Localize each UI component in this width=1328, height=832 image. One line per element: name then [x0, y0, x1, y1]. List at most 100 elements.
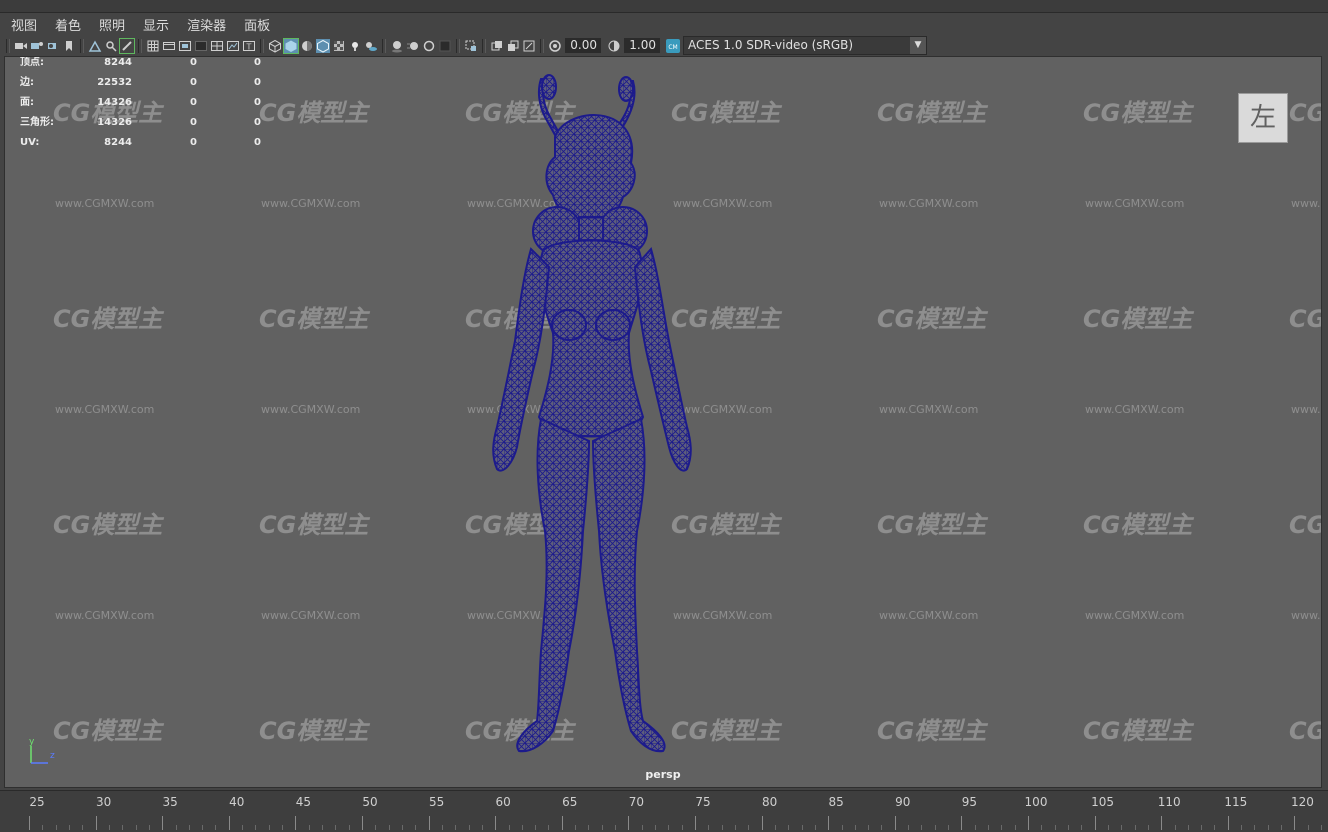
- watermark-url: www.CGMXW.com: [1291, 197, 1321, 210]
- frame-minor-tick: [1001, 825, 1003, 830]
- menu-show[interactable]: 显示: [137, 15, 175, 34]
- screen-space-ao-icon[interactable]: [390, 39, 404, 53]
- shadows-icon[interactable]: [364, 39, 378, 53]
- time-slider[interactable]: 25 30 35 40 45 50 55 60 65 70 75 80 85 90 95 100 105 110 1…: [0, 790, 1328, 832]
- camera-frame-icon[interactable]: [522, 39, 536, 53]
- xray-icon[interactable]: [316, 38, 330, 53]
- watermark-url: www.CGMXW.com: [1291, 403, 1321, 416]
- frame-minor-tick: [282, 825, 284, 830]
- watermark-url: www.CGMXW.com: [1085, 609, 1185, 622]
- watermark-logo: CG模型主: [53, 717, 163, 745]
- color-space-dropdown[interactable]: ACES 1.0 SDR-video (sRGB) ▼: [683, 36, 927, 55]
- watermark-url: www.CGMXW.com: [879, 403, 979, 416]
- exposure-icon[interactable]: [548, 39, 562, 53]
- frame-tick-mark: [828, 816, 830, 830]
- safe-action-icon[interactable]: [226, 39, 240, 53]
- frame-tick-mark: [228, 816, 230, 830]
- exposure-field[interactable]: 0.00: [565, 38, 601, 53]
- chevron-down-icon[interactable]: ▼: [910, 37, 926, 54]
- watermark-url: www.CGMXW.com: [55, 197, 155, 210]
- watermark-url: www.CGMXW.com: [55, 403, 155, 416]
- frame-tick-mark: [162, 816, 164, 830]
- smooth-shade-icon[interactable]: [283, 37, 299, 54]
- menu-renderer[interactable]: 渲染器: [181, 15, 232, 34]
- hud-value: 0: [254, 77, 261, 88]
- frame-minor-tick: [588, 825, 590, 830]
- xray-active-icon[interactable]: [506, 39, 520, 53]
- frame-minor-tick: [641, 825, 643, 830]
- hud-value: 14326: [97, 117, 132, 128]
- isolate-select-icon[interactable]: [464, 39, 478, 53]
- hud-row-vertices: 顶点: 8244 0 0: [20, 57, 261, 77]
- frame-tick-label: 65: [562, 795, 578, 809]
- gate-mask-icon[interactable]: [194, 39, 208, 53]
- hud-value: 22532: [97, 77, 132, 88]
- hud-value: 8244: [104, 57, 132, 68]
- gamma-icon[interactable]: [607, 39, 621, 53]
- frame-minor-tick: [468, 825, 470, 830]
- hud-label: 顶点:: [20, 57, 44, 68]
- frame-minor-tick: [535, 825, 537, 830]
- select-camera-icon[interactable]: [14, 39, 28, 53]
- frame-minor-tick: [1321, 825, 1323, 830]
- hud-row-uvs: UV: 8244 0 0: [20, 137, 261, 157]
- watermark-url: www.CGMXW.com: [1085, 197, 1185, 210]
- frame-minor-tick: [1134, 825, 1136, 830]
- wireframe-icon[interactable]: [268, 39, 282, 53]
- frame-minor-tick: [441, 825, 443, 830]
- frame-minor-tick: [202, 825, 204, 830]
- hud-value: 0: [254, 117, 261, 128]
- all-lights-icon[interactable]: [348, 39, 362, 53]
- watermark-logo: CG模型主: [259, 305, 369, 333]
- hud-value: 0: [190, 77, 197, 88]
- toolbar-separator: [6, 38, 10, 53]
- toolbar-separator: [80, 38, 84, 53]
- gamma-field[interactable]: 1.00: [624, 38, 660, 53]
- watermark-logo: CG模型主: [877, 717, 987, 745]
- frame-tick-mark: [428, 816, 430, 830]
- frame-minor-tick: [401, 825, 403, 830]
- menu-shading[interactable]: 着色: [49, 15, 87, 34]
- frame-minor-tick: [948, 825, 950, 830]
- menu-panels[interactable]: 面板: [238, 15, 276, 34]
- hud-label: UV:: [20, 137, 40, 148]
- motion-blur-icon[interactable]: [406, 39, 420, 53]
- wireframe-on-shaded-icon[interactable]: [332, 39, 346, 53]
- frame-minor-tick: [1121, 825, 1123, 830]
- pencil-icon[interactable]: [119, 37, 135, 54]
- camera-name-label: persp: [645, 768, 681, 781]
- frame-minor-tick: [1174, 825, 1176, 830]
- image-plane-icon[interactable]: [62, 39, 76, 53]
- frame-minor-tick: [521, 825, 523, 830]
- two-d-pan-zoom-icon[interactable]: [88, 39, 102, 53]
- depth-of-field-icon[interactable]: [438, 39, 452, 53]
- color-management-icon[interactable]: CM: [666, 38, 680, 53]
- svg-text:T: T: [246, 42, 252, 51]
- grid-icon[interactable]: [146, 39, 160, 53]
- resolution-gate-icon[interactable]: [178, 39, 192, 53]
- grease-pencil-icon[interactable]: [104, 39, 118, 53]
- field-chart-icon[interactable]: [210, 39, 224, 53]
- frame-minor-tick: [774, 825, 776, 830]
- camera-attributes-icon[interactable]: [30, 39, 44, 53]
- multisample-aa-icon[interactable]: [422, 39, 436, 53]
- panel-menu-bar: 视图 着色 照明 显示 渲染器 面板: [0, 13, 1328, 35]
- viewcube-left[interactable]: 左: [1238, 93, 1288, 143]
- frame-minor-tick: [655, 825, 657, 830]
- film-gate-icon[interactable]: [162, 39, 176, 53]
- bookmark-icon[interactable]: [46, 39, 60, 53]
- toolbar-separator: [138, 38, 142, 53]
- frame-tick-mark: [362, 816, 363, 830]
- frame-minor-tick: [175, 825, 177, 830]
- watermark-logo: CG模型主: [259, 717, 369, 745]
- menu-lighting[interactable]: 照明: [93, 15, 131, 34]
- safe-title-icon[interactable]: T: [242, 39, 256, 53]
- xray-joints-icon[interactable]: [490, 39, 504, 53]
- character-wireframe-mesh[interactable]: [483, 71, 699, 771]
- default-material-icon[interactable]: [300, 39, 314, 53]
- panel-toolbar: T 0.00 1.00 CM ACES 1.0 SDR-video (sRGB)…: [0, 35, 1328, 56]
- hud-label: 面:: [20, 97, 34, 108]
- menu-view[interactable]: 视图: [5, 15, 43, 34]
- 3d-viewport[interactable]: CG模型主 www.CGMXW.com CG模型主 www.CGMXW.com CG模型…: [4, 56, 1322, 788]
- frame-tick-label: 120: [1290, 795, 1314, 809]
